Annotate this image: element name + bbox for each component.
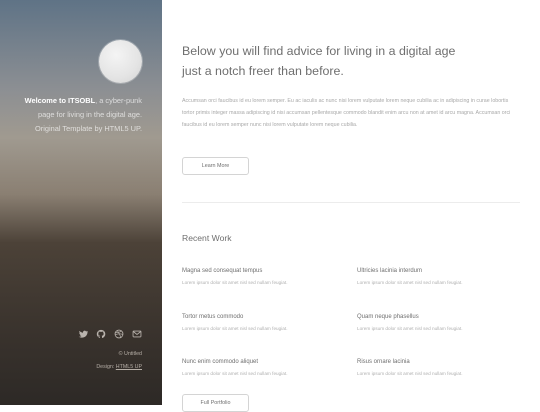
intro-end: . xyxy=(139,124,142,133)
work-item-title: Magna sed consequat tempus xyxy=(182,268,263,274)
work-item[interactable]: Magna sed consequat tempus Lorem ipsum d… xyxy=(182,266,352,288)
work-item[interactable]: Quam neque phasellus Lorem ipsum dolor s… xyxy=(357,312,527,334)
intro-site-name: Welcome to ITSOBL xyxy=(24,96,96,105)
github-icon[interactable] xyxy=(95,328,106,339)
avatar xyxy=(99,40,142,83)
work-item-subtitle: Lorem ipsum dolor sit amet nisl sed null… xyxy=(357,326,463,331)
dribbble-icon[interactable] xyxy=(113,328,124,339)
design-credit-link[interactable]: HTML5 UP xyxy=(116,364,142,370)
page-headline: Below you will find advice for living in… xyxy=(182,41,502,81)
work-item-title: Ultricies lacinia interdum xyxy=(357,268,423,274)
recent-work-heading: Recent Work xyxy=(182,233,232,243)
work-item-title: Risus ornare lacinia xyxy=(357,359,410,365)
work-item-subtitle: Lorem ipsum dolor sit amet nisl sed null… xyxy=(357,371,463,376)
work-item[interactable]: Ultricies lacinia interdum Lorem ipsum d… xyxy=(357,266,527,288)
social-links xyxy=(77,328,142,339)
intro-template-link[interactable]: HTML5 UP xyxy=(104,124,140,133)
design-credit: Design: HTML5 UP xyxy=(96,361,142,374)
work-item-subtitle: Lorem ipsum dolor sit amet nisl sed null… xyxy=(357,280,463,285)
work-item-subtitle: Lorem ipsum dolor sit amet nisl sed null… xyxy=(182,280,288,285)
work-item-subtitle: Lorem ipsum dolor sit amet nisl sed null… xyxy=(182,326,288,331)
work-item-title: Quam neque phasellus xyxy=(357,314,419,320)
email-icon[interactable] xyxy=(131,328,142,339)
main-content: Below you will find advice for living in… xyxy=(162,0,540,412)
work-item-title: Nunc enim commodo aliquet xyxy=(182,359,259,365)
full-portfolio-button[interactable]: Full Portfolio xyxy=(182,394,249,412)
headline-line-2: just a notch freer than before. xyxy=(182,64,344,78)
work-item[interactable]: Risus ornare lacinia Lorem ipsum dolor s… xyxy=(357,357,527,379)
sidebar: Welcome to ITSOBL, a cyber-punk page for… xyxy=(0,0,162,405)
headline-line-1: Below you will find advice for living in… xyxy=(182,44,456,58)
section-divider xyxy=(182,202,520,203)
work-item[interactable]: Nunc enim commodo aliquet Lorem ipsum do… xyxy=(182,357,352,379)
work-item-subtitle: Lorem ipsum dolor sit amet nisl sed null… xyxy=(182,371,288,376)
work-item[interactable]: Tortor metus commodo Lorem ipsum dolor s… xyxy=(182,312,352,334)
sidebar-intro: Welcome to ITSOBL, a cyber-punk page for… xyxy=(12,94,142,136)
learn-more-button[interactable]: Learn More xyxy=(182,157,249,175)
work-item-title: Tortor metus commodo xyxy=(182,314,244,320)
copyright-text: © Untitled xyxy=(118,351,142,357)
credits: © Untitled Design: HTML5 UP xyxy=(96,348,142,374)
design-credit-prefix: Design: xyxy=(96,364,116,370)
intro-description: Accumsan orci faucibus id eu lorem sempe… xyxy=(182,98,511,128)
twitter-icon[interactable] xyxy=(77,328,88,339)
